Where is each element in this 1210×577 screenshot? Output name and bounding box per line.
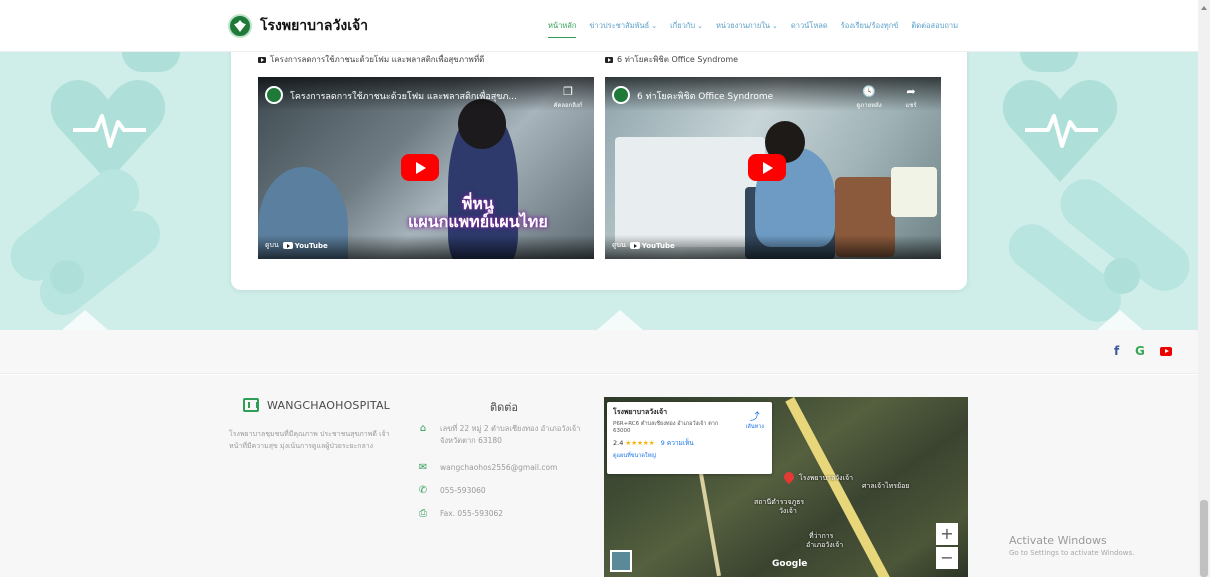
hospital-logo-icon <box>228 14 252 38</box>
heart-decoration-right <box>1002 80 1118 182</box>
rating-stars-icon: ★★★★★ <box>625 439 655 447</box>
google-map[interactable]: โรงพยาบาลวังเจ้า P6R+RC6 ตำบลเชียงทอง อำ… <box>604 397 968 577</box>
nav-item-about[interactable]: เกี่ยวกับ ⌄ <box>670 20 703 32</box>
chevron-down-icon: ⌄ <box>651 22 658 30</box>
map-info-card: โรงพยาบาลวังเจ้า P6R+RC6 ตำบลเชียงทอง อำ… <box>607 402 772 474</box>
nav-item-download[interactable]: ดาวน์โหลด <box>791 20 828 32</box>
copy-icon: ❐ <box>563 85 573 98</box>
google-logo: Google <box>772 559 808 569</box>
video-caption-2: 6 ท่าโยคะพิชิต Office Syndrome <box>605 53 738 66</box>
triangle-decoration <box>1090 310 1150 330</box>
contact-fax: ⎙ Fax. 055-593062 <box>416 508 503 520</box>
share-button[interactable]: ➦ แชร์ <box>891 85 931 110</box>
page-scrollbar[interactable] <box>1198 0 1210 577</box>
video-title[interactable]: 6 ท่าโยคะพิชิต Office Syndrome <box>637 89 773 103</box>
nav-item-contact[interactable]: ติดต่อสอบถาม <box>911 20 958 32</box>
copy-link-button[interactable]: ❐ คัดลอกลิงก์ <box>548 85 588 110</box>
envelope-icon: ✉ <box>418 462 428 473</box>
contact-heading: ติดต่อ <box>490 401 519 414</box>
site-title: โรงพยาบาลวังเจ้า <box>260 18 369 34</box>
play-button[interactable] <box>748 154 786 181</box>
video-player-1[interactable]: โครงการลดการใช้ภาชนะด้วยโฟม และพลาสติกเพ… <box>258 77 594 259</box>
triangle-decoration <box>55 310 115 330</box>
dot-decoration <box>1020 52 1078 72</box>
video-caption-1: โครงการลดการใช้ภาชนะด้วยโฟม และพลาสติกเพ… <box>258 53 484 66</box>
map-rating: 2.4 ★★★★★ 9 ความเห็น <box>613 439 694 447</box>
main-nav: หน้าหลัก ข่าวประชาสัมพันธ์ ⌄ เกี่ยวกับ ⌄ ห… <box>548 20 971 38</box>
larger-map-link[interactable]: ดูแผนที่ขนาดใหญ่ <box>613 452 766 460</box>
nav-item-home[interactable]: หน้าหลัก <box>548 20 577 38</box>
dot-decoration <box>122 52 180 72</box>
youtube-logo-icon: YouTube <box>629 242 675 250</box>
channel-avatar[interactable] <box>265 86 283 104</box>
youtube-logo-icon: YouTube <box>282 242 328 250</box>
map-pin-label: โรงพยาบาลวังเจ้า <box>799 474 854 482</box>
play-button[interactable] <box>401 154 439 181</box>
page-root: โครงการลดการใช้ภาชนะด้วยโฟม และพลาสติกเพ… <box>0 0 1210 577</box>
contact-email[interactable]: ✉ wangchaohos2556@gmail.com <box>416 462 558 474</box>
video-title[interactable]: โครงการลดการใช้ภาชนะด้วยโฟม และพลาสติกเพ… <box>290 89 517 103</box>
hospital-building-icon <box>243 398 259 412</box>
facebook-icon[interactable]: f <box>1114 344 1119 358</box>
dot-decoration <box>1104 258 1140 294</box>
chevron-down-icon: ⌄ <box>697 22 703 30</box>
directions-icon: ⤴ <box>749 412 760 423</box>
clock-icon: 🕓 <box>862 85 876 98</box>
video-player-2[interactable]: 6 ท่าโยคะพิชิต Office Syndrome 🕓 ดูภายหล… <box>605 77 941 259</box>
activate-windows-watermark: Activate Windows Go to Settings to activ… <box>1009 534 1135 557</box>
home-icon: ⌂ <box>419 423 427 434</box>
site-header: โรงพยาบาลวังเจ้า หน้าหลัก ข่าวประชาสัมพั… <box>0 0 1198 52</box>
nav-item-complaints[interactable]: ร้องเรียน/ร้องทุกข์ <box>841 20 899 32</box>
contact-phone[interactable]: ✆ 055-593060 <box>416 485 486 497</box>
scroll-up-arrow-icon[interactable] <box>1201 6 1207 10</box>
video-scene <box>891 167 937 217</box>
map-label-station-2: วังเจ้า <box>779 507 797 515</box>
youtube-mini-icon <box>605 56 613 63</box>
chevron-down-icon: ⌄ <box>772 22 778 30</box>
printer-icon: ⎙ <box>419 508 427 519</box>
map-layer-toggle[interactable] <box>610 550 632 572</box>
scroll-thumb[interactable] <box>1200 500 1208 577</box>
zoom-out-button[interactable]: − <box>936 547 958 569</box>
contact-address: ⌂ เลขที่ 22 หมู่ 2 ตำบลเชียงทอง อำเภอวัง… <box>416 423 600 447</box>
social-row: f G <box>0 330 1198 374</box>
youtube-mini-icon <box>258 56 266 63</box>
site-logo[interactable]: โรงพยาบาลวังเจ้า <box>228 14 368 38</box>
footer-brand: WANGCHAOHOSPITAL <box>243 398 390 412</box>
map-label-shrine: ศาลเจ้าไทรย้อย <box>862 482 910 490</box>
footer-about: โรงพยาบาลชุมชนที่มีคุณภาพ ประชาชนสุขภาพด… <box>229 430 390 450</box>
watch-on-youtube-link[interactable]: ดูบน YouTube <box>612 240 675 251</box>
dot-decoration <box>50 260 84 294</box>
youtube-icon[interactable] <box>1160 347 1172 356</box>
directions-button[interactable]: ⤴ เส้นทาง <box>746 408 764 431</box>
nav-item-departments[interactable]: หน่วยงานภายใน ⌄ <box>716 20 778 32</box>
channel-avatar[interactable] <box>612 86 630 104</box>
watch-later-button[interactable]: 🕓 ดูภายหลัง <box>849 85 889 110</box>
share-icon: ➦ <box>906 85 916 98</box>
map-pin-icon[interactable] <box>781 469 797 485</box>
phone-icon: ✆ <box>418 485 428 496</box>
zoom-in-button[interactable]: + <box>936 523 958 545</box>
watch-on-youtube-link[interactable]: ดูบน YouTube <box>265 240 328 251</box>
nav-item-news[interactable]: ข่าวประชาสัมพันธ์ ⌄ <box>589 20 657 32</box>
video-overlay-text: พี่หนู แผนกแพทย์แผนไทย <box>408 194 548 231</box>
video-scene <box>615 137 765 247</box>
map-label-district-2: อำเภอวังเจ้า <box>806 541 844 549</box>
google-icon[interactable]: G <box>1135 344 1145 358</box>
triangle-decoration <box>590 310 650 330</box>
